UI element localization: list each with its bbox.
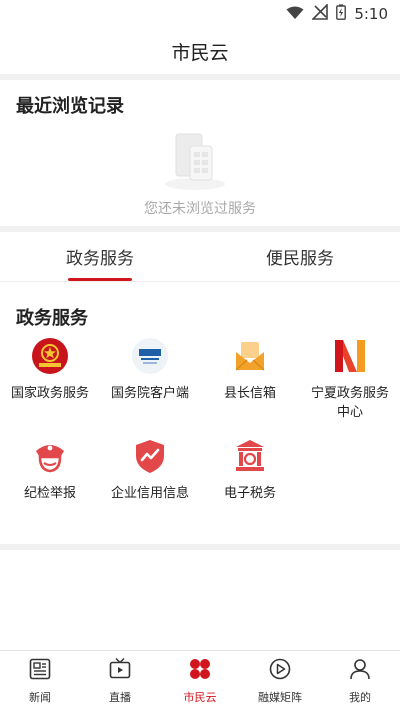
clock: 5:10 <box>354 5 388 23</box>
nav-item-citizen-cloud[interactable]: 市民云 <box>160 651 240 710</box>
nav-label: 我的 <box>349 690 371 704</box>
national-emblem-icon <box>30 336 70 376</box>
app-header: 市民云 <box>0 28 400 74</box>
clover-icon <box>188 657 212 685</box>
service-state-council[interactable]: 国务院客户端 <box>100 336 200 422</box>
battery-charging-icon <box>336 4 347 24</box>
nav-label: 市民云 <box>183 690 217 704</box>
page-title: 市民云 <box>171 41 229 64</box>
service-inspection-report[interactable]: 纪检举报 <box>0 436 100 503</box>
recent-title: 最近浏览记录 <box>16 96 124 117</box>
recent-section: 最近浏览记录 您还未浏览过服务 <box>0 80 400 226</box>
content-divider <box>0 544 400 550</box>
credit-shield-icon <box>130 436 170 476</box>
nav-label: 直播 <box>109 690 131 704</box>
nav-label: 新闻 <box>29 690 51 704</box>
service-label: 企业信用信息 <box>110 486 189 501</box>
empty-history-text: 您还未浏览过服务 <box>144 201 256 217</box>
service-label: 电子税务 <box>223 486 276 501</box>
empty-history-icon <box>163 128 227 192</box>
service-label: 宁夏政务服务中心 <box>310 386 389 420</box>
nav-label: 融媒矩阵 <box>258 690 302 704</box>
nav-item-media-matrix[interactable]: 融媒矩阵 <box>240 651 320 710</box>
section-title: 政务服务 <box>16 308 88 329</box>
nav-item-profile[interactable]: 我的 <box>320 651 400 710</box>
tv-icon <box>108 657 132 685</box>
inspector-cap-icon <box>30 436 70 476</box>
wifi-icon <box>286 5 304 24</box>
service-enterprise-credit[interactable]: 企业信用信息 <box>100 436 200 503</box>
service-label: 国家政务服务 <box>10 386 89 401</box>
mailbox-icon <box>230 336 270 376</box>
tab-government-services[interactable]: 政务服务 <box>0 232 200 281</box>
tax-bureau-icon <box>230 436 270 476</box>
ningxia-n-logo-icon <box>330 336 370 376</box>
service-label: 国务院客户端 <box>110 386 189 401</box>
service-national-gov[interactable]: 国家政务服务 <box>0 336 100 422</box>
service-e-tax[interactable]: 电子税务 <box>200 436 300 503</box>
tab-convenience-services[interactable]: 便民服务 <box>200 232 400 281</box>
service-tabs: 政务服务 便民服务 <box>0 232 400 282</box>
service-grid: 国家政务服务 国务院客户端 县长信箱 宁夏政务服务中心 纪检举报 企业信用信息 … <box>0 334 400 503</box>
signal-off-icon <box>311 3 329 24</box>
state-council-icon <box>130 336 170 376</box>
service-label: 纪检举报 <box>23 486 76 501</box>
person-icon <box>348 657 372 685</box>
nav-item-live[interactable]: 直播 <box>80 651 160 710</box>
service-label: 县长信箱 <box>223 386 276 401</box>
service-ningxia-center[interactable]: 宁夏政务服务中心 <box>300 336 400 422</box>
media-matrix-icon <box>268 657 292 685</box>
bottom-nav: 新闻 直播 市民云 融媒矩阵 我的 <box>0 650 400 710</box>
service-county-mailbox[interactable]: 县长信箱 <box>200 336 300 422</box>
nav-item-news[interactable]: 新闻 <box>0 651 80 710</box>
status-bar: 5:10 <box>0 0 400 28</box>
newspaper-icon <box>28 657 52 685</box>
